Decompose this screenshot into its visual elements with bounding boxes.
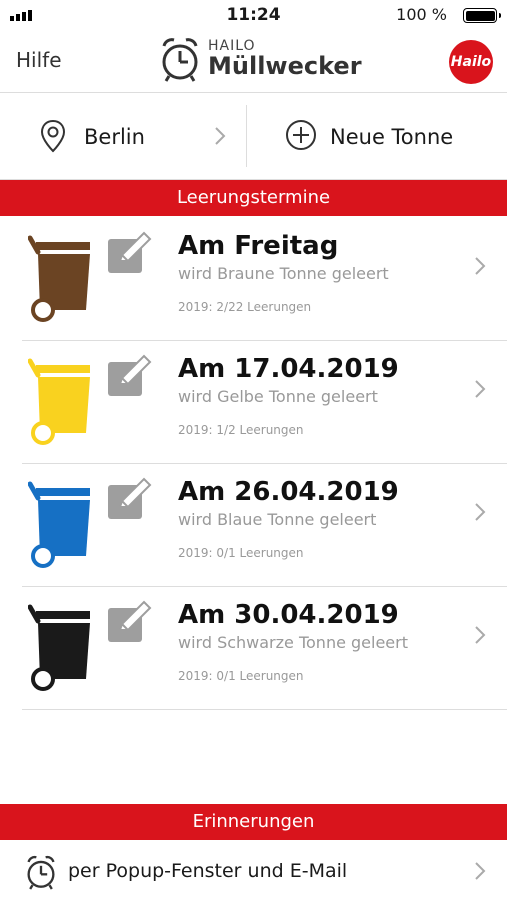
- location-bar: Berlin Neue Tonne: [0, 93, 507, 180]
- bin-schedule-row[interactable]: Am 30.04.2019 wird Schwarze Tonne geleer…: [22, 587, 507, 710]
- edit-icon[interactable]: [106, 354, 154, 398]
- bin-schedule-row[interactable]: Am 17.04.2019 wird Gelbe Tonne geleert 2…: [22, 341, 507, 464]
- status-bar: 11:24 100 %: [0, 0, 507, 30]
- add-bin-label: Neue Tonne: [330, 125, 454, 149]
- help-button[interactable]: Hilfe: [16, 48, 62, 72]
- bin-schedule-row[interactable]: Am 26.04.2019 wird Blaue Tonne geleert 2…: [22, 464, 507, 587]
- waste-bin-icon: [28, 604, 90, 691]
- add-bin-button[interactable]: Neue Tonne: [247, 93, 507, 179]
- waste-bin-icon: [28, 481, 90, 568]
- bin-date: Am Freitag: [178, 231, 339, 261]
- bin-date: Am 17.04.2019: [178, 354, 399, 384]
- brand-badge[interactable]: Hailo: [449, 40, 493, 84]
- chevron-right-icon: [475, 380, 486, 398]
- waste-bin-icon: [28, 358, 90, 445]
- alarm-clock-icon: [162, 38, 198, 82]
- reminder-setting[interactable]: per Popup-Fenster und E-Mail: [0, 846, 507, 900]
- waste-bin-icon: [28, 235, 90, 322]
- bin-description: wird Schwarze Tonne geleert: [178, 633, 408, 652]
- reminders-section-header: Erinnerungen: [0, 804, 507, 840]
- chevron-right-icon: [215, 127, 226, 145]
- edit-icon[interactable]: [106, 600, 154, 644]
- plus-circle-icon: [286, 120, 316, 150]
- city-label: Berlin: [84, 125, 145, 149]
- bin-count: 2019: 2/22 Leerungen: [178, 300, 312, 314]
- edit-icon[interactable]: [106, 231, 154, 275]
- logo-small-text: HAILO: [208, 38, 256, 54]
- reminder-label: per Popup-Fenster und E-Mail: [68, 860, 348, 882]
- alarm-clock-icon: [27, 855, 55, 890]
- logo-title: Müllwecker: [208, 52, 362, 80]
- chevron-right-icon: [475, 257, 486, 275]
- bin-description: wird Blaue Tonne geleert: [178, 510, 377, 529]
- chevron-right-icon: [475, 862, 486, 880]
- bin-count: 2019: 0/1 Leerungen: [178, 669, 304, 683]
- bin-count: 2019: 0/1 Leerungen: [178, 546, 304, 560]
- city-selector[interactable]: Berlin: [0, 93, 245, 179]
- battery-icon: [463, 8, 501, 23]
- bin-date: Am 26.04.2019: [178, 477, 399, 507]
- app-logo: HAILO Müllwecker: [158, 36, 362, 82]
- bin-description: wird Braune Tonne geleert: [178, 264, 389, 283]
- app-header: Hilfe HAILO Müllwecker Hailo: [0, 30, 507, 93]
- bin-count: 2019: 1/2 Leerungen: [178, 423, 304, 437]
- chevron-right-icon: [475, 503, 486, 521]
- bin-date: Am 30.04.2019: [178, 600, 399, 630]
- bin-schedule-row[interactable]: Am Freitag wird Braune Tonne geleert 201…: [22, 218, 507, 341]
- bin-description: wird Gelbe Tonne geleert: [178, 387, 378, 406]
- edit-icon[interactable]: [106, 477, 154, 521]
- dates-section-header: Leerungstermine: [0, 180, 507, 216]
- chevron-right-icon: [475, 626, 486, 644]
- location-pin-icon: [40, 119, 66, 153]
- battery-percent: 100 %: [396, 5, 447, 24]
